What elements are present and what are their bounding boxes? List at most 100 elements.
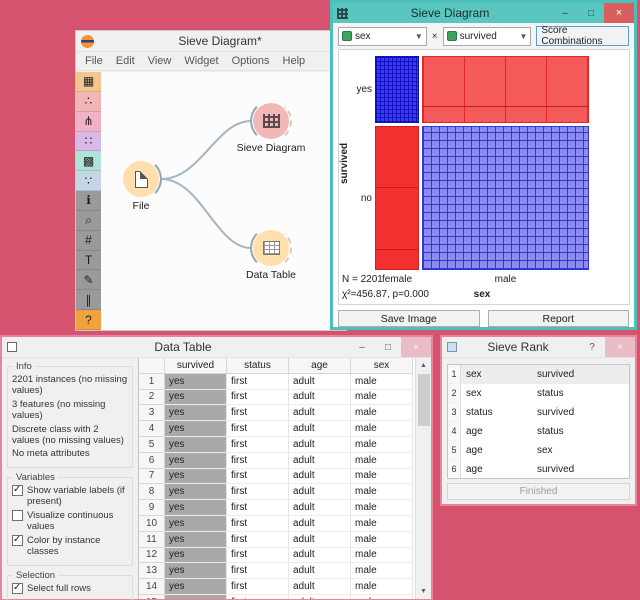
- row-number-cell[interactable]: 8: [139, 484, 165, 500]
- row-number-cell[interactable]: 5: [139, 437, 165, 453]
- survived-cell[interactable]: yes: [165, 374, 227, 390]
- minimize-button[interactable]: –: [349, 337, 375, 357]
- workflow-canvas[interactable]: File Sieve Diagram Data Table: [101, 72, 346, 330]
- data-table-node[interactable]: [253, 230, 289, 266]
- rank-row[interactable]: 3 status survived: [448, 403, 629, 422]
- age-cell[interactable]: adult: [289, 405, 351, 421]
- sex-cell[interactable]: male: [351, 516, 413, 532]
- row-number-cell[interactable]: 11: [139, 532, 165, 548]
- survived-cell[interactable]: yes: [165, 532, 227, 548]
- variable-option[interactable]: Show variable labels (if present): [12, 485, 128, 507]
- menu-item[interactable]: View: [148, 55, 172, 67]
- row-number-header[interactable]: [139, 358, 165, 374]
- report-button[interactable]: Report: [488, 310, 630, 327]
- survived-cell[interactable]: yes: [165, 595, 227, 599]
- status-cell[interactable]: first: [227, 516, 289, 532]
- variable-option[interactable]: Color by instance classes: [12, 535, 128, 557]
- checkbox[interactable]: [12, 583, 23, 594]
- status-cell[interactable]: first: [227, 469, 289, 485]
- age-cell[interactable]: adult: [289, 532, 351, 548]
- survived-cell[interactable]: yes: [165, 453, 227, 469]
- sex-cell[interactable]: male: [351, 453, 413, 469]
- menu-item[interactable]: File: [85, 55, 103, 67]
- sex-header[interactable]: sex: [351, 358, 413, 374]
- quadrant-female-no[interactable]: [375, 126, 419, 270]
- survived-cell[interactable]: yes: [165, 405, 227, 421]
- table-row[interactable]: 3 yes first adult male: [139, 405, 415, 421]
- table-row[interactable]: 13 yes first adult male: [139, 563, 415, 579]
- quadrant-female-yes[interactable]: [375, 56, 419, 123]
- status-cell[interactable]: first: [227, 374, 289, 390]
- distributions-widget-icon[interactable]: ∵: [76, 171, 101, 191]
- quadrant-male-no[interactable]: [422, 126, 589, 270]
- help-tool-icon[interactable]: ?: [76, 310, 101, 330]
- survived-cell[interactable]: yes: [165, 548, 227, 564]
- row-number-cell[interactable]: 15: [139, 595, 165, 599]
- pause-tool-icon[interactable]: ∥: [76, 290, 101, 310]
- row-number-cell[interactable]: 1: [139, 374, 165, 390]
- data-table-titlebar[interactable]: Data Table – □ ×: [2, 337, 431, 358]
- scrollbar-thumb[interactable]: [418, 374, 430, 426]
- network-widget-icon[interactable]: ∷: [76, 132, 101, 152]
- status-cell[interactable]: first: [227, 390, 289, 406]
- table-row[interactable]: 9 yes first adult male: [139, 500, 415, 516]
- file-node[interactable]: [123, 161, 159, 197]
- age-header[interactable]: age: [289, 358, 351, 374]
- scatter-plot-widget-icon[interactable]: ∴: [76, 92, 101, 112]
- status-cell[interactable]: first: [227, 579, 289, 595]
- help-button[interactable]: ?: [579, 337, 605, 357]
- sex-cell[interactable]: male: [351, 563, 413, 579]
- selection-option[interactable]: Select full rows: [12, 583, 128, 594]
- minimize-button[interactable]: –: [552, 3, 578, 23]
- y-attribute-combo[interactable]: survived ▼: [443, 27, 532, 46]
- row-number-cell[interactable]: 7: [139, 469, 165, 485]
- row-number-cell[interactable]: 6: [139, 453, 165, 469]
- row-number-cell[interactable]: 2: [139, 390, 165, 406]
- sex-cell[interactable]: male: [351, 484, 413, 500]
- survived-cell[interactable]: yes: [165, 390, 227, 406]
- table-row[interactable]: 15 yes first adult male: [139, 595, 415, 599]
- sex-cell[interactable]: male: [351, 421, 413, 437]
- menu-item[interactable]: Help: [283, 55, 306, 67]
- sex-cell[interactable]: male: [351, 469, 413, 485]
- status-cell[interactable]: first: [227, 500, 289, 516]
- sex-cell[interactable]: male: [351, 405, 413, 421]
- grid-tool-icon[interactable]: #: [76, 231, 101, 251]
- checkbox[interactable]: [12, 510, 23, 521]
- age-cell[interactable]: adult: [289, 579, 351, 595]
- sex-cell[interactable]: male: [351, 390, 413, 406]
- age-cell[interactable]: adult: [289, 421, 351, 437]
- rank-row[interactable]: 1 sex survived: [448, 365, 629, 384]
- row-number-cell[interactable]: 13: [139, 563, 165, 579]
- sex-cell[interactable]: male: [351, 532, 413, 548]
- rank-row[interactable]: 5 age sex: [448, 441, 629, 460]
- age-cell[interactable]: adult: [289, 516, 351, 532]
- table-row[interactable]: 7 yes first adult male: [139, 469, 415, 485]
- sieve-rank-titlebar[interactable]: Sieve Rank ? ×: [442, 337, 635, 358]
- score-combinations-button[interactable]: Score Combinations: [536, 26, 629, 46]
- status-cell[interactable]: first: [227, 405, 289, 421]
- row-number-cell[interactable]: 10: [139, 516, 165, 532]
- table-row[interactable]: 10 yes first adult male: [139, 516, 415, 532]
- status-cell[interactable]: first: [227, 595, 289, 599]
- status-cell[interactable]: first: [227, 437, 289, 453]
- sex-cell[interactable]: male: [351, 579, 413, 595]
- table-row[interactable]: 4 yes first adult male: [139, 421, 415, 437]
- age-cell[interactable]: adult: [289, 484, 351, 500]
- finished-button[interactable]: Finished: [447, 483, 630, 500]
- row-number-cell[interactable]: 4: [139, 421, 165, 437]
- table-row[interactable]: 6 yes first adult male: [139, 453, 415, 469]
- status-cell[interactable]: first: [227, 532, 289, 548]
- close-button[interactable]: ×: [401, 337, 431, 357]
- status-cell[interactable]: first: [227, 421, 289, 437]
- survived-cell[interactable]: yes: [165, 579, 227, 595]
- sieve-diagram-node[interactable]: [253, 103, 289, 139]
- variable-option[interactable]: Visualize continuous values: [12, 510, 128, 532]
- survived-cell[interactable]: yes: [165, 563, 227, 579]
- zoom-tool-icon[interactable]: ⌕: [76, 211, 101, 231]
- survived-cell[interactable]: yes: [165, 516, 227, 532]
- survived-cell[interactable]: yes: [165, 421, 227, 437]
- sex-cell[interactable]: male: [351, 500, 413, 516]
- menu-item[interactable]: Widget: [184, 55, 218, 67]
- data-table-widget-icon[interactable]: ▦: [76, 72, 101, 92]
